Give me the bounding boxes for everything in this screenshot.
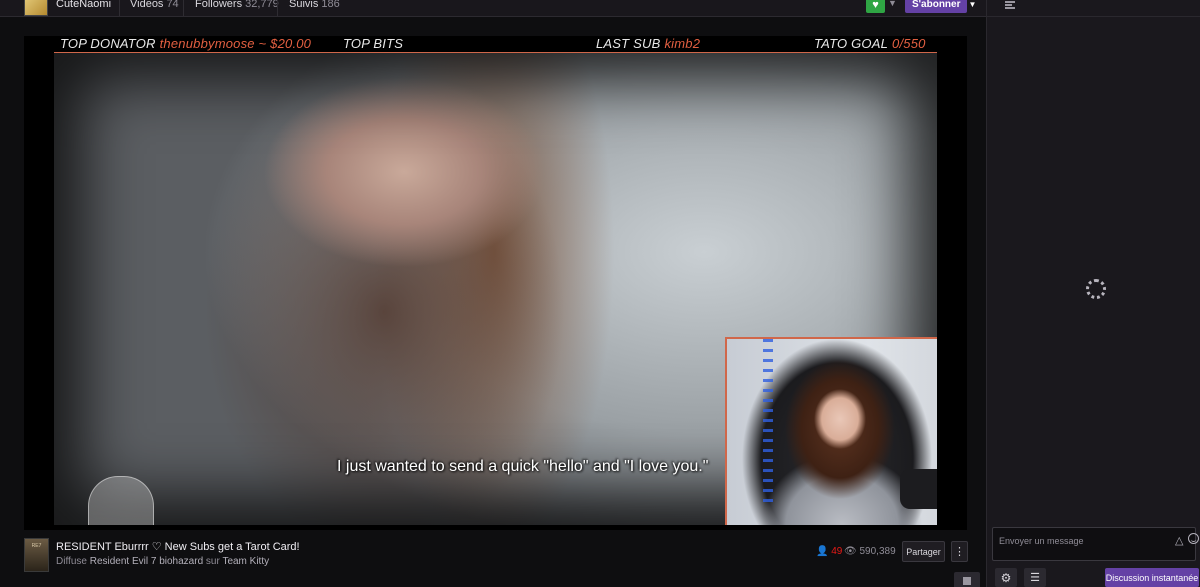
person-icon: 👤 [816, 546, 829, 557]
viewer-count-value: 49 [831, 546, 843, 557]
share-button[interactable]: Partager [902, 541, 945, 562]
loading-spinner-icon [1086, 279, 1106, 299]
chat-message-input[interactable] [999, 536, 1159, 546]
video-player[interactable]: I just wanted to send a quick "hello" an… [24, 36, 967, 530]
chat-panel: △ ⚙ ☰ Discussion instantanée [986, 0, 1200, 587]
channel-avatar[interactable] [24, 0, 48, 16]
total-views: 👁 590,389 [844, 546, 896, 557]
channel-header: CuteNaomi Videos 74 Followers 32,779 Suivi… [0, 0, 986, 17]
last-sub-value: kimb2 [664, 36, 701, 51]
viewer-count: 👤 49 [816, 546, 842, 557]
top-donator: TOP DONATOR thenubbymoose ~ $20.00 [60, 36, 311, 51]
viewer-list-button[interactable]: ☰ [1024, 568, 1046, 587]
stream-meta: Diffuse Resident Evil 7 biohazard sur Te… [56, 556, 269, 567]
cam-string-lights [763, 339, 773, 509]
goal: TATO GOAL 0/550 [814, 36, 926, 51]
tab-following[interactable]: Suivis 186 [289, 0, 340, 10]
tab-divider [183, 0, 184, 16]
video-subtitle: I just wanted to send a quick "hello" an… [337, 458, 709, 475]
last-sub-label: LAST SUB [596, 36, 661, 51]
stream-info-bar: RE7 RESIDENT Eburrrr ♡ New Subs get a Ta… [0, 530, 986, 587]
tab-followers[interactable]: Followers 32,779 [195, 0, 279, 10]
follow-options-caret-icon[interactable]: ▼ [888, 0, 897, 8]
tab-followers-count: 32,779 [245, 0, 279, 10]
chat-input-box[interactable]: △ [992, 527, 1199, 561]
bits-icon[interactable]: △ [1175, 534, 1183, 547]
video-frame[interactable]: I just wanted to send a quick "hello" an… [54, 52, 937, 525]
tab-divider [277, 0, 278, 16]
top-bits-label: TOP BITS [343, 36, 404, 51]
tip-jar [88, 476, 154, 525]
tab-videos[interactable]: Videos 74 [130, 0, 179, 10]
tab-following-count: 186 [321, 0, 340, 10]
game-box-art[interactable]: RE7 [24, 538, 49, 572]
more-options-button[interactable]: ⋮ [951, 541, 968, 562]
stream-page: CuteNaomi Videos 74 Followers 32,779 Suivi… [0, 0, 1200, 587]
chat-send-button[interactable]: Discussion instantanée [1105, 568, 1199, 587]
stream-overlay-bar: TOP DONATOR thenubbymoose ~ $20.00 TOP BI… [54, 36, 937, 53]
channel-name[interactable]: CuteNaomi [56, 0, 111, 10]
goal-value: 0/550 [892, 36, 926, 51]
list-icon: ☰ [1030, 572, 1040, 584]
chat-settings-button[interactable]: ⚙ [995, 568, 1017, 587]
chat-header-divider [987, 16, 1200, 17]
last-sub: LAST SUB kimb2 [596, 36, 700, 51]
tab-videos-count: 74 [166, 0, 179, 10]
top-donator-value: thenubbymoose ~ $20.00 [159, 36, 312, 51]
heart-icon: ♥ [872, 0, 879, 11]
meta-mid: sur [205, 556, 220, 567]
subscribe-button[interactable]: S'abonner ▼ [905, 0, 976, 13]
game-link[interactable]: Resident Evil 7 biohazard [90, 556, 203, 567]
webcam-overlay [725, 337, 937, 525]
top-donator-label: TOP DONATOR [60, 36, 156, 51]
gear-icon: ⚙ [1000, 570, 1012, 585]
tab-videos-label: Videos [130, 0, 164, 10]
meta-prefix: Diffuse [56, 556, 87, 567]
total-views-value: 590,389 [859, 546, 896, 557]
tab-divider [119, 0, 120, 16]
stream-title: RESIDENT Eburrrr ♡ New Subs get a Tarot … [56, 541, 300, 553]
chevron-down-icon: ▼ [968, 0, 977, 9]
goal-label: TATO GOAL [814, 36, 889, 51]
theatre-mode-button[interactable] [954, 572, 980, 587]
eye-icon: 👁 [844, 546, 857, 557]
chat-collapse-icon[interactable] [1005, 1, 1015, 9]
tab-following-label: Suivis [289, 0, 319, 10]
tab-followers-label: Followers [195, 0, 243, 10]
follow-button[interactable]: ♥ [866, 0, 885, 13]
team-link[interactable]: Team Kitty [222, 556, 269, 567]
square-icon [963, 577, 971, 585]
subscribe-label: S'abonner [912, 0, 961, 10]
emoji-icon[interactable] [1188, 533, 1199, 544]
cam-microphone [900, 469, 937, 509]
